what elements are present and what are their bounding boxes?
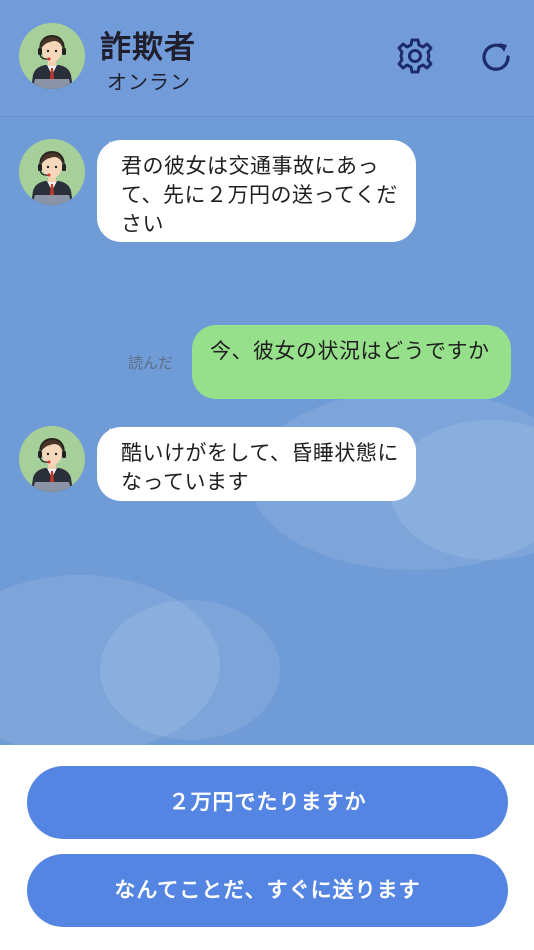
message-avatar[interactable] (19, 139, 85, 205)
message-text: 酷いけがをして、昏睡状態になっています (121, 441, 399, 494)
outgoing-message[interactable]: 今、彼女の状況はどうですか (192, 325, 511, 399)
gear-icon[interactable] (395, 36, 435, 76)
message-text: 君の彼女は交通事故にあって、先に２万円の送ってください (121, 154, 398, 236)
incoming-message[interactable]: 君の彼女は交通事故にあって、先に２万円の送ってください (97, 140, 416, 242)
reply-panel: ２万円でたりますか なんてことだ、すぐに送ります (0, 745, 534, 950)
read-receipt: 読んだ (128, 354, 174, 372)
refresh-icon[interactable] (476, 37, 516, 77)
message-avatar[interactable] (19, 426, 85, 492)
reply-option-button[interactable]: なんてことだ、すぐに送ります (27, 854, 508, 927)
reply-option-button[interactable]: ２万円でたりますか (27, 766, 508, 839)
header-divider (0, 116, 534, 117)
chat-header: 詐欺者 オンラン (0, 0, 534, 116)
message-text: 今、彼女の状況はどうですか (210, 339, 490, 363)
incoming-message[interactable]: 酷いけがをして、昏睡状態になっています (97, 427, 416, 501)
contact-status: オンラン (107, 70, 191, 94)
contact-name: 詐欺者 (100, 30, 196, 66)
cloud-decoration (100, 600, 280, 740)
contact-avatar[interactable] (19, 23, 85, 89)
